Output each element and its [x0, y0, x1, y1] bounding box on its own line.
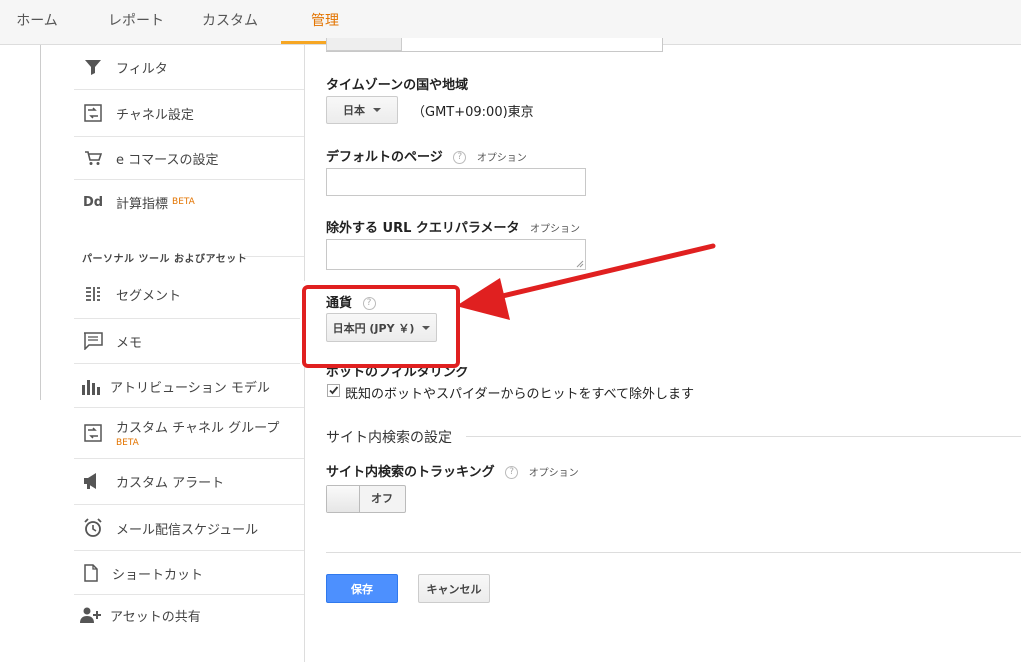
toggle-knob[interactable] [327, 486, 360, 512]
annotation-arrow [456, 243, 716, 320]
site-search-label-text: サイト内検索のトラッキング [326, 465, 495, 480]
cancel-button[interactable]: キャンセル [418, 574, 490, 603]
site-search-label: サイト内検索のトラッキング ? オプション [326, 461, 579, 480]
divider [466, 436, 1021, 437]
help-icon[interactable]: ? [505, 466, 519, 479]
toggle-state-label: オフ [371, 492, 393, 505]
optional-text: オプション [528, 468, 579, 479]
save-button[interactable]: 保存 [326, 574, 398, 603]
site-search-toggle[interactable]: オフ [326, 485, 406, 513]
divider [326, 552, 1021, 553]
site-search-section-title: サイト内検索の設定 [326, 430, 452, 446]
